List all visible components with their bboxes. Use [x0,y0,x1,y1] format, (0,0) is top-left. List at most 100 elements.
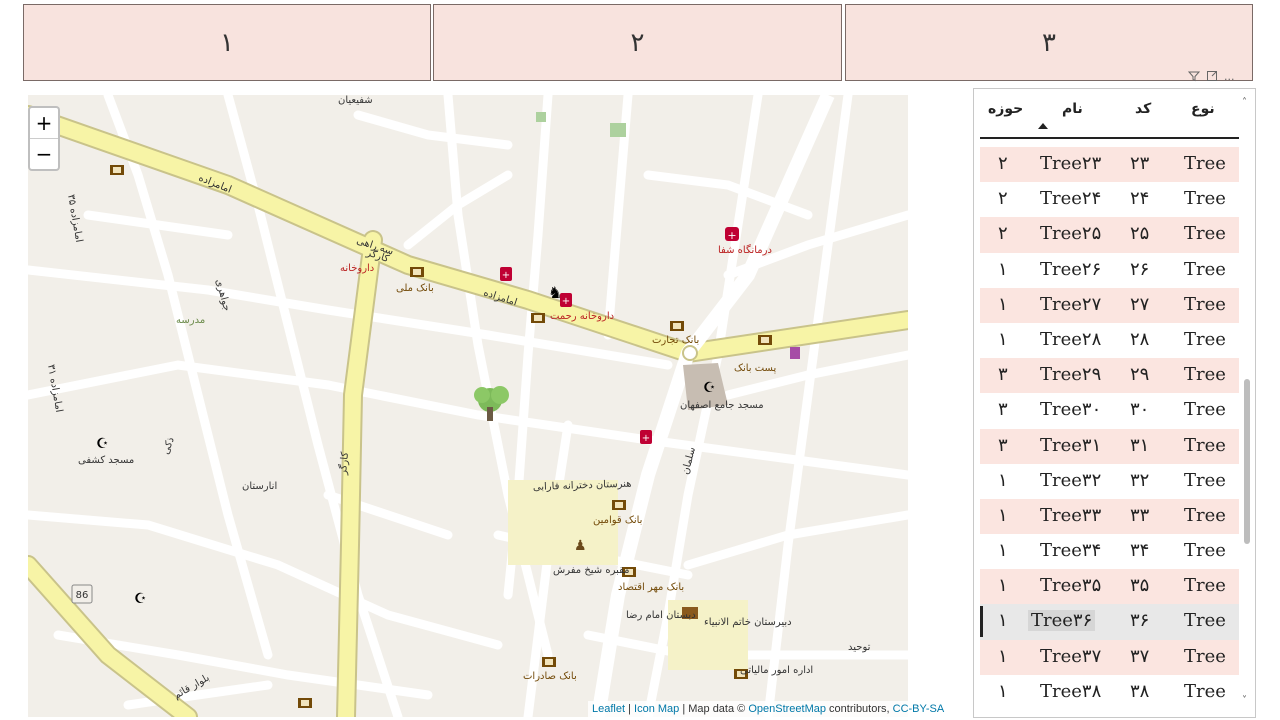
column-header-zone[interactable]: حوزه [988,101,1023,117]
data-table[interactable]: نوع کد نام حوزه Tree ۲۳ Tree۲۳ ۲ Tree ۲۴ Tree۲… [973,88,1256,718]
cell-zone: ۱ [998,258,1008,280]
cell-zone: ۱ [998,504,1008,526]
selection-indicator [980,606,983,638]
cell-zone: ۱ [998,645,1008,667]
svg-text:☪: ☪ [96,436,109,452]
cell-name: Tree۲۶ [1040,258,1102,280]
cell-type: Tree [1184,575,1226,597]
svg-text:♟: ♟ [574,538,587,554]
map-view[interactable]: + + + + ☪ ☪ ☪ ♟ ♞ 86 امامزاده امامزاده س… [28,95,908,717]
table-row[interactable]: Tree ۲۷ Tree۲۷ ۱ [980,287,1239,323]
road-shield-86: 86 [71,584,93,604]
cell-code: ۳۶ [1130,610,1150,632]
cell-zone: ۲ [998,223,1008,245]
table-row[interactable]: Tree ۳۵ Tree۳۵ ۱ [980,569,1239,605]
cell-type: Tree [1184,434,1226,456]
card-1-value: ۱ [220,27,234,58]
table-row[interactable]: Tree ۳۲ Tree۳۲ ۱ [980,464,1239,499]
column-header-type[interactable]: نوع [1191,101,1215,117]
label-darukhaneh-rahmat: داروخانه رحمت [550,311,614,322]
cell-zone: ۱ [998,575,1008,597]
focus-mode-icon[interactable] [1206,70,1218,82]
cell-code: ۲۸ [1130,328,1150,350]
column-header-code[interactable]: کد [1135,101,1151,117]
label-dabestan-reza: دبستان امام رضا [626,610,696,621]
table-row[interactable]: Tree ۳۶ Tree۳۶ ۱ [980,604,1239,640]
svg-text:86: 86 [76,590,89,601]
table-row[interactable]: Tree ۲۹ Tree۲۹ ۳ [980,358,1239,394]
cell-code: ۲۶ [1130,258,1150,280]
cell-code: ۳۴ [1130,540,1150,562]
svg-text:+: + [562,296,570,307]
zoom-out-button[interactable]: − [30,139,58,169]
post-icon [790,347,800,359]
table-row[interactable]: Tree ۲۸ Tree۲۸ ۱ [980,323,1239,358]
table-row[interactable]: Tree ۲۴ Tree۲۴ ۲ [980,182,1239,217]
cell-name: Tree۳۶ [1028,610,1096,632]
table-header: نوع کد نام حوزه [980,93,1239,139]
visual-header: ... [1188,70,1235,83]
pharmacy-icon: + [500,267,512,281]
zoom-control: + − [28,106,60,171]
table-row[interactable]: Tree ۳۷ Tree۳۷ ۱ [980,639,1239,675]
label-masjed-jame: مسجد جامع اصفهان [680,400,764,411]
chess-icon: ♞ [548,283,562,302]
column-header-name[interactable]: نام [1062,101,1083,117]
cell-zone: ۳ [998,399,1008,421]
label-darukhaneh: داروخانه [340,263,374,274]
table-row[interactable]: Tree ۳۱ Tree۳۱ ۳ [980,428,1239,464]
scroll-down-icon[interactable]: ˅ [1242,695,1247,706]
scroll-thumb[interactable] [1244,379,1250,544]
cell-zone: ۱ [998,680,1008,702]
label-tohid: توحید [848,642,871,653]
attribution-sep: | [625,703,635,715]
table-row[interactable]: Tree ۲۵ Tree۲۵ ۲ [980,217,1239,253]
cell-type: Tree [1184,223,1226,245]
license-link[interactable]: CC-BY-SA [893,703,945,715]
cell-type: Tree [1184,258,1226,280]
cell-type: Tree [1184,645,1226,667]
osm-link[interactable]: OpenStreetMap [748,703,826,715]
cell-zone: ۲ [998,153,1008,174]
cell-zone: ۳ [998,364,1008,386]
table-row[interactable]: Tree ۲۳ Tree۲۳ ۲ [980,147,1239,183]
svg-text:+: + [642,433,650,444]
cell-name: Tree۲۷ [1040,293,1102,315]
cell-name: Tree۳۱ [1040,434,1102,456]
cell-name: Tree۳۴ [1040,540,1102,562]
cell-type: Tree [1184,504,1226,526]
iconmap-link[interactable]: Icon Map [634,703,679,715]
sort-ascending-icon [1038,123,1048,129]
cell-type: Tree [1184,153,1226,174]
more-options-icon[interactable]: ... [1224,70,1235,83]
cell-zone: ۱ [998,610,1008,632]
cell-name: Tree۲۳ [1040,153,1102,174]
card-1[interactable]: ۱ [23,4,431,81]
table-row[interactable]: Tree ۲۶ Tree۲۶ ۱ [980,253,1239,288]
cell-type: Tree [1184,328,1226,350]
table-row[interactable]: Tree ۳۴ Tree۳۴ ۱ [980,534,1239,569]
cell-zone: ۲ [998,188,1008,210]
table-scrollbar[interactable]: ˄ ˅ [1242,97,1252,711]
cell-code: ۳۳ [1130,504,1150,526]
label-imamzadeh-35: امامزاده ۳۵ [65,194,84,244]
cell-type: Tree [1184,364,1226,386]
cell-zone: ۱ [998,469,1008,491]
filter-icon[interactable] [1188,70,1200,82]
zoom-in-button[interactable]: + [30,108,58,139]
cell-code: ۳۵ [1130,575,1150,597]
card-2[interactable]: ۲ [433,4,842,81]
table-body: Tree ۲۳ Tree۲۳ ۲ Tree ۲۴ Tree۲۴ ۲ Tree ۲۵ Tree۲۵ ۲ T… [980,147,1239,710]
label-darmangah: درمانگاه شفا [718,244,772,256]
card-2-value: ۲ [630,27,645,58]
bank-icon-4 [758,335,772,345]
cell-code: ۳۸ [1130,680,1150,702]
leaflet-link[interactable]: Leaflet [592,703,625,715]
cell-name: Tree۲۴ [1040,188,1102,210]
table-row[interactable]: Tree ۳۰ Tree۳۰ ۳ [980,393,1239,428]
table-row[interactable]: Tree ۳۳ Tree۳۳ ۱ [980,498,1239,535]
bank-icon [410,267,424,277]
scroll-up-icon[interactable]: ˄ [1242,97,1247,108]
table-row[interactable]: Tree ۳۸ Tree۳۸ ۱ [980,675,1239,710]
map-canvas[interactable]: + + + + ☪ ☪ ☪ ♟ ♞ 86 امامزاده امامزاده س… [28,95,908,717]
